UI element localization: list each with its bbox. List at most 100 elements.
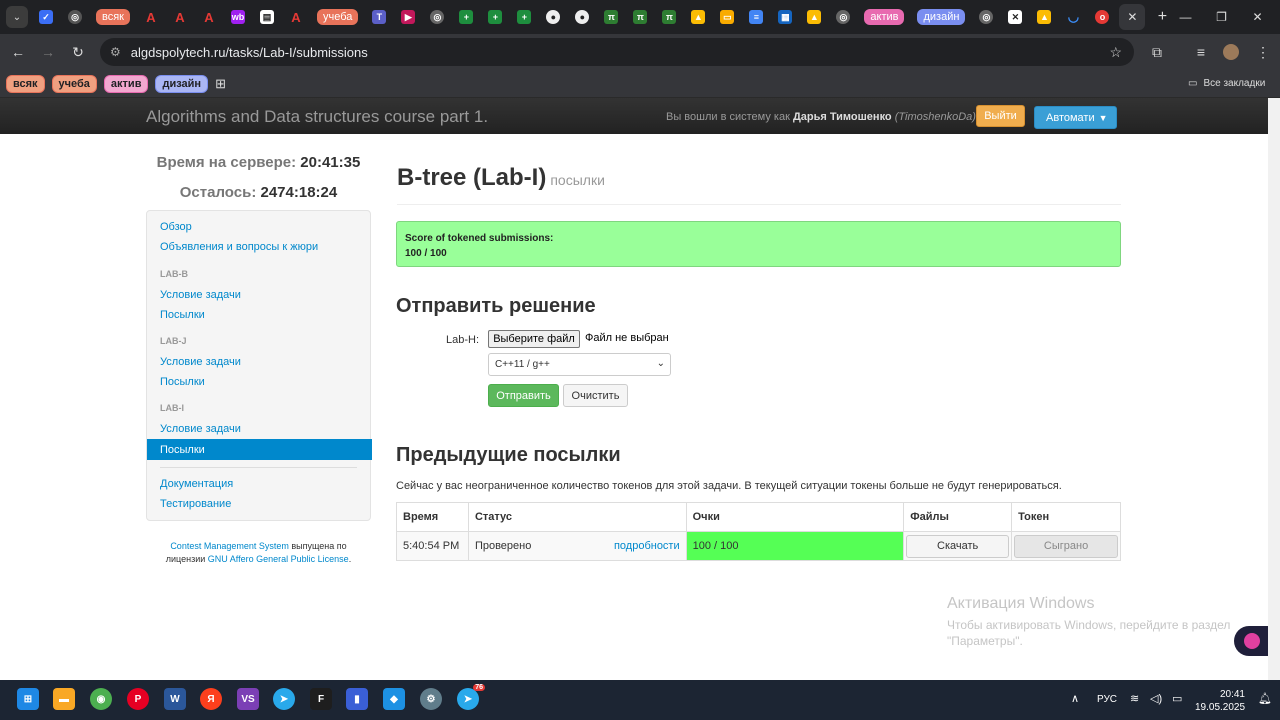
tab[interactable]: ✓ [34,4,58,30]
sidebar-item-lab-i-submissions[interactable]: Посылки [147,439,372,460]
bookmark-group[interactable]: всяк [6,74,45,93]
download-button[interactable]: Скачать [906,534,1010,558]
tab[interactable]: ▲ [686,4,710,30]
details-link[interactable]: подробности [614,540,680,552]
clear-button[interactable]: Очистить [563,384,628,407]
tab-group-ucheba[interactable]: учеба [313,4,362,30]
sidebar-item-lab-j-submissions[interactable]: Посылки [160,376,205,388]
tab[interactable]: ≡ [744,4,768,30]
tab[interactable]: + [483,4,507,30]
avatar[interactable] [1216,37,1246,67]
more-menu-icon[interactable]: ⋮ [1248,37,1278,67]
chrome-icon[interactable]: ◉ [90,688,112,710]
chevron-up-icon[interactable]: ∧ [1071,692,1079,705]
sidebar-item-lab-j-statement[interactable]: Условие задачи [160,356,241,368]
column-header: Очки [685,502,905,532]
back-button[interactable]: ← [3,37,33,67]
tab[interactable]: ◎ [425,4,449,30]
tab-active[interactable]: ✕ [1119,4,1146,30]
sidebar-item-announcements[interactable]: Объявления и вопросы к жюри [160,241,318,253]
plus-icon: + [488,10,503,24]
bookmark-group[interactable]: актив [103,74,149,93]
clock[interactable]: 20:41 19.05.2025 [1195,688,1245,714]
docker-icon[interactable]: ◆ [383,688,405,710]
tab[interactable]: o [1090,4,1114,30]
sidebar-item-lab-b-submissions[interactable]: Посылки [160,309,205,321]
tab[interactable]: A [139,4,163,30]
tab-group-aktiv[interactable]: актив [860,4,908,30]
tab[interactable]: ● [570,4,594,30]
close-icon[interactable]: ✕ [1127,10,1137,24]
send-button[interactable]: Отправить [488,384,559,407]
sidebar-item-lab-i-statement[interactable]: Условие задачи [160,423,241,435]
license-link[interactable]: GNU Affero General Public License [208,554,349,564]
tab[interactable]: π [628,4,652,30]
site-info-icon[interactable]: ⚙ [110,45,121,59]
tab[interactable]: ▦ [773,4,797,30]
sidebar-item-testing[interactable]: Тестирование [160,498,231,510]
windows-start-icon[interactable]: ⊞ [17,688,39,710]
tab[interactable]: π [599,4,623,30]
battery-icon[interactable]: ▭ [1172,692,1182,705]
figma-icon[interactable]: F [310,688,332,710]
language-select[interactable]: C++11 / g++ ⌄ [488,353,671,376]
tab[interactable]: ▶ [396,4,420,30]
tab[interactable]: + [512,4,536,30]
sidebar-item-overview[interactable]: Обзор [160,221,192,233]
token-played-button[interactable]: Сыграно [1014,534,1118,558]
pinterest-icon[interactable]: P [127,688,149,710]
language-dropdown[interactable]: Автомати ▼ [1034,106,1117,129]
tab[interactable]: ✕ [1003,4,1027,30]
word-icon[interactable]: W [164,688,186,710]
apps-grid-icon[interactable]: ⊞ [215,76,226,92]
notifications-icon[interactable]: 🔔︎ [1258,692,1272,705]
telegram-icon[interactable]: ➤ 76 [457,684,485,710]
logout-button[interactable]: Выйти [976,105,1025,127]
tab[interactable]: ◡ [1061,4,1085,30]
sidebar-item-lab-b-statement[interactable]: Условие задачи [160,289,241,301]
wifi-icon[interactable]: ≋ [1130,692,1139,705]
tab[interactable]: ▲ [802,4,826,30]
assistant-icon[interactable] [1234,626,1268,656]
tab[interactable]: ◎ [63,4,87,30]
tab[interactable]: + [454,4,478,30]
tab-group-dizain[interactable]: дизайн [913,4,969,30]
tab[interactable]: A [284,4,308,30]
telegram-icon[interactable]: ➤ [273,688,295,710]
reload-button[interactable]: ↻ [63,37,93,67]
tab[interactable]: T [367,4,391,30]
volume-icon[interactable]: ◁) [1150,692,1162,705]
input-language[interactable]: РУС [1097,694,1117,705]
scrollbar[interactable] [1268,98,1280,680]
tab-search-icon[interactable]: ⌄ [6,6,28,28]
tab[interactable]: ◎ [974,4,998,30]
tab-group-vsyak[interactable]: всяк [92,4,134,30]
close-window-button[interactable]: ✕ [1235,0,1280,34]
bookmark-group[interactable]: дизайн [155,74,209,93]
tab[interactable]: wb [226,4,250,30]
tab[interactable]: A [168,4,192,30]
sidebar-item-documentation[interactable]: Документация [160,478,233,490]
bookmark-group[interactable]: учеба [51,74,97,93]
tab[interactable]: ▤ [255,4,279,30]
extensions-icon[interactable]: ⧉ [1142,37,1172,67]
star-icon[interactable]: ☆ [1109,44,1122,61]
forward-button[interactable]: → [33,37,63,67]
address-bar[interactable]: ⚙ algdspolytech.ru/tasks/Lab-I/submissio… [100,38,1134,66]
course-title[interactable]: Algorithms and Data structures course pa… [146,107,488,127]
media-icon[interactable]: ≡ [1186,37,1216,67]
cms-link[interactable]: Contest Management System [170,541,289,551]
choose-file-button[interactable]: Выберите файл [488,330,580,348]
tab[interactable]: ▲ [1032,4,1056,30]
visual-studio-icon[interactable]: VS [237,688,259,710]
tab[interactable]: ▭ [715,4,739,30]
tab[interactable]: ● [541,4,565,30]
tab[interactable]: A [197,4,221,30]
all-bookmarks[interactable]: ▭ Все закладки [1188,78,1265,89]
file-explorer-icon[interactable]: ▬ [53,688,75,710]
tab[interactable]: ◎ [831,4,855,30]
chart-app-icon[interactable]: ▮ [346,688,368,710]
yandex-icon[interactable]: Я [200,688,222,710]
settings-gear-icon[interactable]: ⚙ [420,688,442,710]
tab[interactable]: π [657,4,681,30]
